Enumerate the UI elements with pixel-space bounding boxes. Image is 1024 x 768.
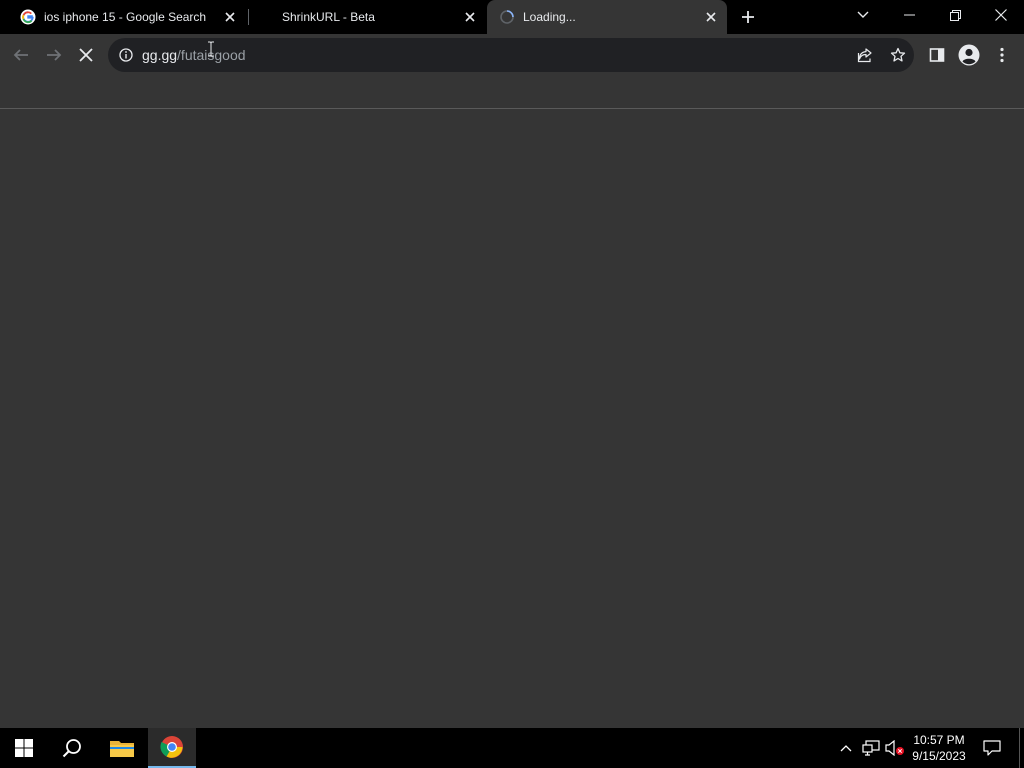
close-icon <box>995 9 1007 21</box>
search-button[interactable] <box>48 728 96 768</box>
close-window-button[interactable] <box>978 0 1024 30</box>
bookmarks-bar <box>0 76 1024 108</box>
menu-button[interactable] <box>988 41 1016 69</box>
site-info-icon[interactable] <box>118 47 134 63</box>
arrow-left-icon <box>13 49 28 61</box>
address-bar[interactable]: gg.gg/futaisgood <box>108 38 914 72</box>
url-text: gg.gg/futaisgood <box>142 47 246 63</box>
tab-shrinkurl[interactable]: ShrinkURL - Beta <box>250 0 486 34</box>
profile-button[interactable] <box>955 41 983 69</box>
tab-title: Loading... <box>523 10 576 24</box>
show-desktop-button[interactable] <box>1019 728 1020 768</box>
tab-title: ios iphone 15 - Google Search <box>44 10 207 24</box>
show-hidden-icons-button[interactable] <box>838 728 854 768</box>
url-host: gg.gg <box>142 47 178 63</box>
windows-logo-icon <box>15 739 33 757</box>
clock[interactable]: 10:57 PM 9/15/2023 <box>905 732 973 764</box>
google-icon <box>20 9 36 25</box>
volume-muted-icon <box>885 740 904 756</box>
file-explorer-button[interactable] <box>98 728 146 768</box>
tab-search-button[interactable] <box>840 0 886 30</box>
side-panel-button[interactable] <box>923 41 951 69</box>
side-panel-icon <box>929 48 945 62</box>
clock-date: 9/15/2023 <box>912 749 966 763</box>
chrome-icon <box>160 736 183 758</box>
kebab-menu-icon <box>1000 47 1004 63</box>
close-tab-icon[interactable] <box>222 9 238 25</box>
notifications-icon <box>983 740 1001 756</box>
clock-time: 10:57 PM <box>913 733 965 747</box>
new-tab-button[interactable] <box>736 5 760 29</box>
plus-icon <box>742 11 754 23</box>
page-content <box>0 109 1024 728</box>
close-tab-icon[interactable] <box>462 9 478 25</box>
minimize-button[interactable] <box>886 0 932 30</box>
minimize-icon <box>903 14 915 16</box>
tab-google-search[interactable]: ios iphone 15 - Google Search <box>8 0 246 34</box>
share-icon[interactable] <box>856 46 874 64</box>
windows-taskbar: 10:57 PM 9/15/2023 <box>0 728 1024 768</box>
network-icon <box>862 740 880 756</box>
action-center-button[interactable] <box>978 728 1006 768</box>
tab-strip: ios iphone 15 - Google Search ShrinkURL … <box>0 0 1024 34</box>
back-button[interactable] <box>7 41 35 69</box>
close-tab-icon[interactable] <box>703 9 719 25</box>
browser-toolbar: gg.gg/futaisgood <box>0 34 1024 76</box>
stop-loading-button[interactable] <box>72 41 100 69</box>
search-icon <box>62 739 81 758</box>
tab-loading[interactable]: Loading... <box>487 0 727 34</box>
start-button[interactable] <box>0 728 48 768</box>
stop-icon <box>79 48 93 62</box>
text-cursor-icon <box>207 41 215 57</box>
chevron-up-icon <box>840 745 852 752</box>
restore-icon <box>949 9 961 21</box>
folder-icon <box>110 741 134 757</box>
restore-button[interactable] <box>932 0 978 30</box>
network-button[interactable] <box>860 728 882 768</box>
profile-avatar-icon <box>958 44 980 66</box>
arrow-right-icon <box>47 49 62 61</box>
tab-title: ShrinkURL - Beta <box>282 10 375 24</box>
volume-button[interactable] <box>884 728 906 768</box>
tab-separator <box>248 9 249 25</box>
loading-spinner-icon <box>499 9 515 25</box>
chrome-taskbar-button[interactable] <box>148 728 196 768</box>
chevron-down-icon <box>857 11 869 18</box>
forward-button[interactable] <box>40 41 68 69</box>
bookmark-star-icon[interactable] <box>889 46 907 64</box>
